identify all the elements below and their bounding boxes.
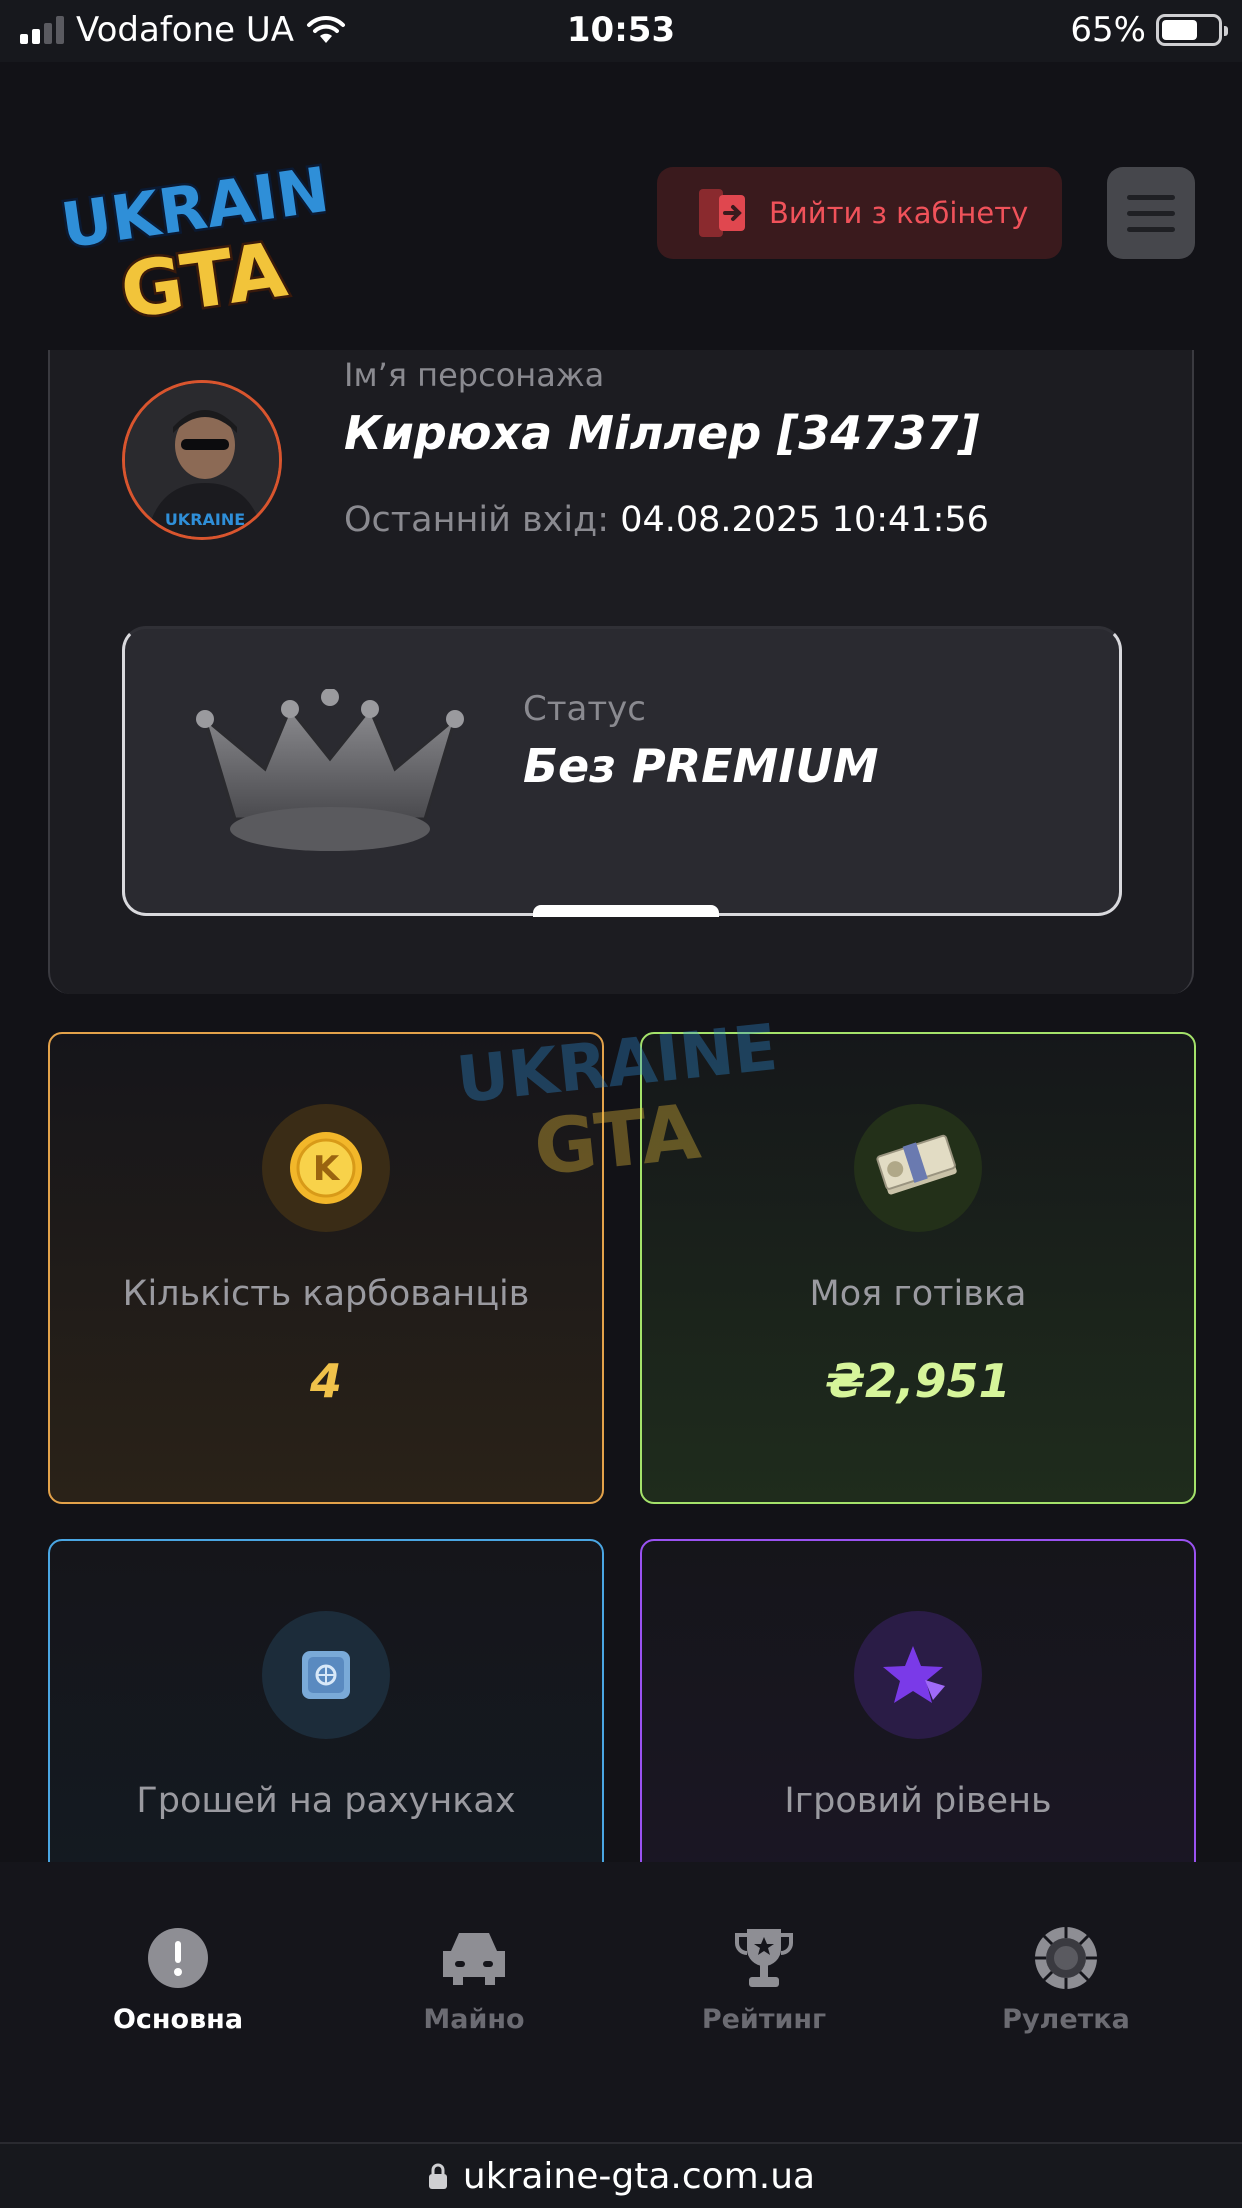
coin-icon-circle: K (262, 1104, 390, 1232)
nav-label-rating: Рейтинг (701, 2004, 827, 2035)
battery-icon (1156, 14, 1228, 46)
nav-item-property[interactable]: Майно (344, 1922, 604, 2035)
browser-url-bar[interactable]: ukraine-gta.com.ua (0, 2142, 1242, 2208)
hamburger-menu-button[interactable] (1107, 167, 1195, 259)
character-avatar: UKRAINE (122, 380, 282, 540)
svg-text:GTA: GTA (530, 1087, 704, 1185)
coins-value: 4 (309, 1354, 342, 1408)
cash-icon-circle (854, 1104, 982, 1232)
logout-button[interactable]: Вийти з кабінету (657, 167, 1062, 259)
battery-percent: 65% (1070, 10, 1146, 50)
clock: 10:53 (566, 10, 676, 50)
safe-icon (302, 1651, 350, 1699)
menu-line-icon (1127, 194, 1175, 200)
logout-label: Вийти з кабінету (769, 196, 1029, 230)
nav-label-property: Майно (423, 2004, 525, 2035)
level-label: Ігровий рівень (784, 1781, 1052, 1821)
character-portrait-icon: UKRAINE (125, 383, 279, 537)
character-name: Кирюха Міллер [34737] (344, 406, 980, 460)
ios-status-bar: Vodafone UA 10:53 65% (0, 0, 1242, 62)
svg-text:K: K (313, 1149, 341, 1189)
exit-door-icon (699, 189, 745, 237)
bank-label: Грошей на рахунках (136, 1781, 516, 1821)
url-text: ukraine-gta.com.ua (462, 2155, 816, 2197)
car-icon (438, 1922, 510, 1994)
cash-value: ₴2,951 (825, 1354, 1011, 1408)
menu-line-icon (1127, 226, 1175, 232)
cash-label: Моя готівка (809, 1274, 1027, 1314)
lock-icon (428, 2163, 447, 2189)
svg-text:UKRAINE: UKRAINE (165, 510, 245, 529)
site-header: UKRAINE GTA Вийти з кабінету (0, 62, 1242, 352)
character-name-label: Ім’я персонажа (344, 356, 605, 394)
slider-indicator (533, 905, 719, 917)
level-icon-circle (854, 1611, 982, 1739)
trophy-icon (728, 1922, 800, 1994)
ukraine-gta-watermark-logo: UKRAINE GTA (453, 1015, 780, 1185)
last-login: Останній вхід: 04.08.2025 10:41:56 (344, 500, 989, 540)
ukraine-gta-logo[interactable]: UKRAINE GTA (56, 148, 326, 348)
nav-item-roulette[interactable]: Рулетка (936, 1922, 1196, 2035)
battery-group: 65% (1070, 10, 1228, 50)
bottom-navigation: Основна Майно Рейтинг Рулетка (0, 1862, 1242, 2142)
profile-card: UKRAINE Ім’я персонажа Кирюха Міллер [34… (48, 350, 1194, 994)
nav-label-roulette: Рулетка (1002, 2004, 1130, 2035)
nav-label-main: Основна (112, 2004, 244, 2035)
money-stack-icon (876, 1134, 957, 1195)
last-login-label: Останній вхід: (344, 500, 610, 540)
info-icon (142, 1922, 214, 1994)
star-icon (883, 1646, 945, 1703)
last-login-value: 04.08.2025 10:41:56 (620, 500, 989, 540)
bank-icon-circle (262, 1611, 390, 1739)
nav-item-rating[interactable]: Рейтинг (634, 1922, 894, 2035)
coins-label: Кількість карбованців (122, 1274, 530, 1314)
karbovanets-coin-icon: K (290, 1132, 362, 1204)
nav-item-main[interactable]: Основна (48, 1922, 308, 2035)
roulette-icon (1030, 1922, 1102, 1994)
menu-line-icon (1127, 210, 1175, 216)
premium-status-box[interactable]: Статус Без PREMIUM (122, 626, 1122, 917)
status-value: Без PREMIUM (523, 739, 879, 793)
status-label: Статус (523, 689, 647, 729)
crown-icon (196, 689, 464, 851)
